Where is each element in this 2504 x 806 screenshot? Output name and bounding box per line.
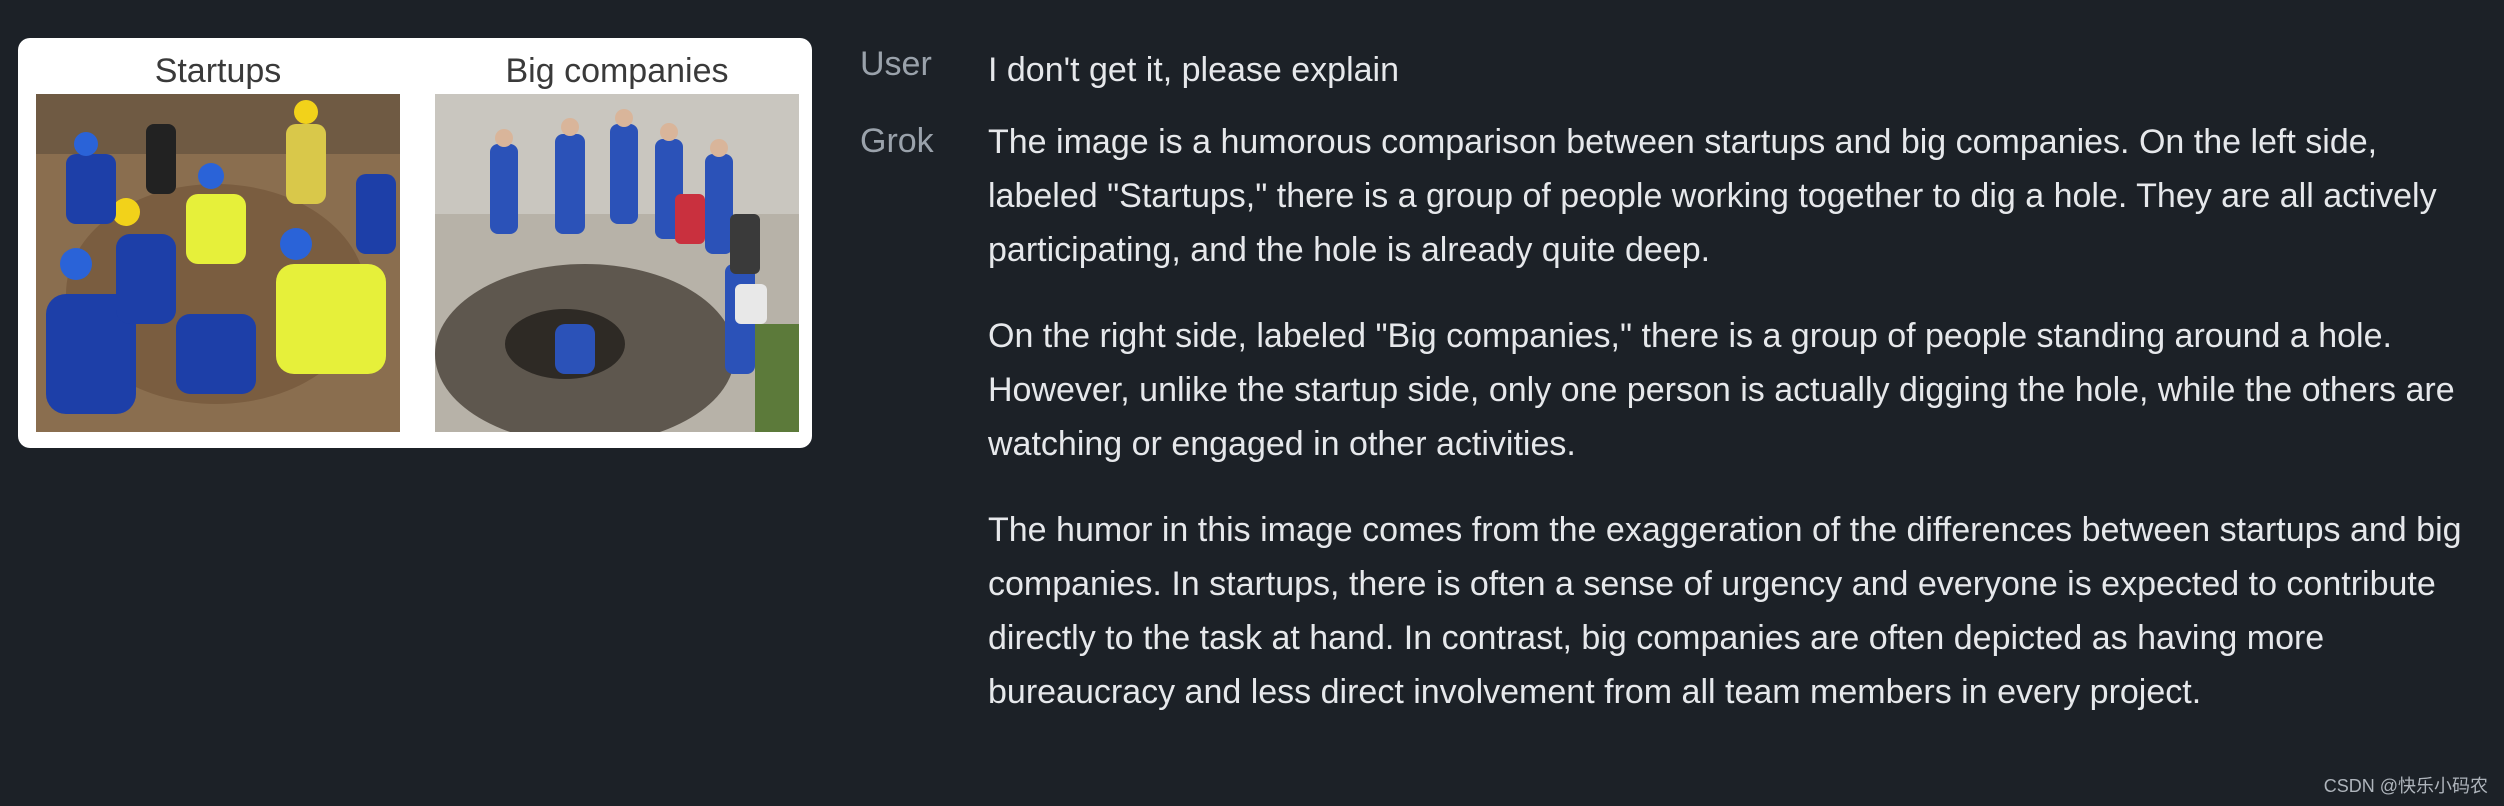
user-message-text: I don't get it, please explain [988,51,1399,89]
big-companies-label: Big companies [505,52,729,90]
big-companies-photo [435,94,799,432]
startups-label: Startups [154,52,282,90]
grok-paragraph: The image is a humorous comparison betwe… [988,123,2437,269]
grok-paragraph: On the right side, labeled "Big companie… [988,317,2455,463]
startups-panel: Startups [36,48,400,432]
grok-paragraph: The humor in this image comes from the e… [988,511,2462,711]
meme-image-card[interactable]: Startups Big companies [18,38,812,448]
watermark: CSDN @快乐小码农 [2323,776,2488,796]
user-speaker-label: User [860,45,932,83]
startups-photo [36,94,400,432]
grok-speaker-label: Grok [860,122,934,160]
big-companies-panel: Big companies [435,48,799,432]
chat-page: Startups Big companies User I don't get … [0,0,2504,806]
grok-message-body: The image is a humorous comparison betwe… [988,115,2488,719]
